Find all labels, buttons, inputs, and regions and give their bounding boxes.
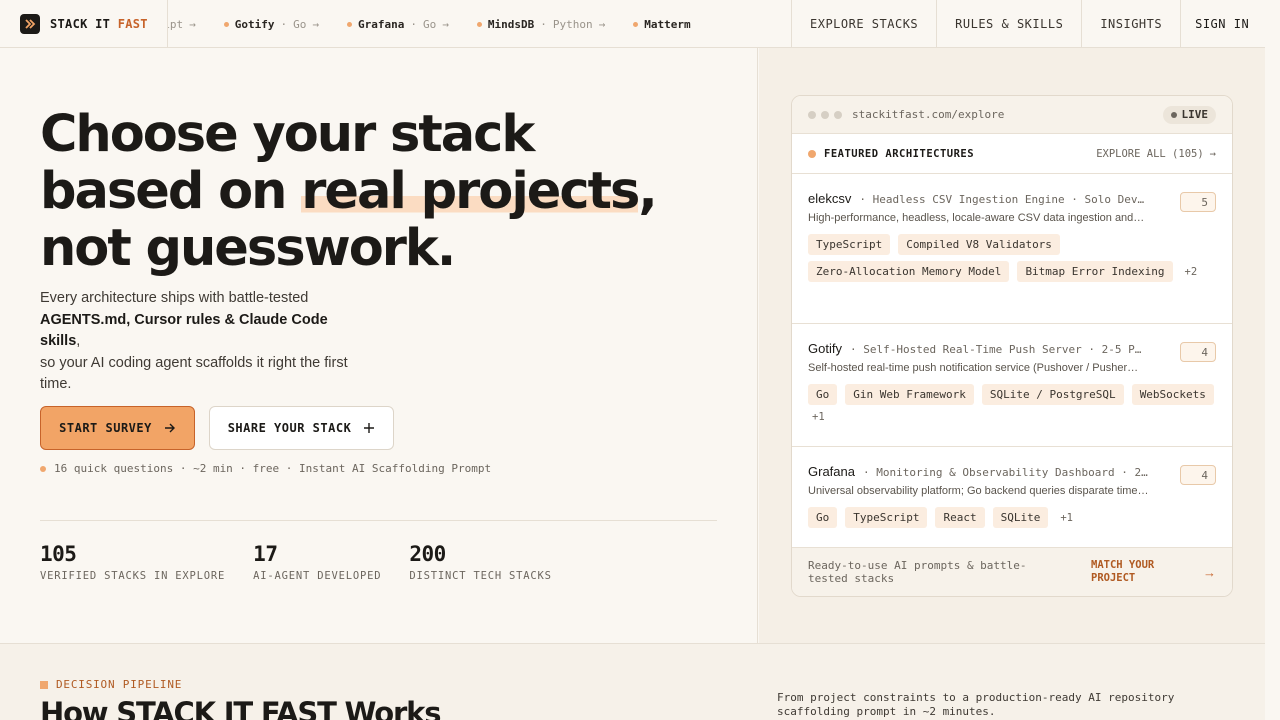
ticker-item[interactable]: Matterm	[633, 18, 691, 31]
ticker-item[interactable]: Grafana · Go →	[347, 18, 449, 31]
project-info: · Monitoring & Observability Dashboard ·…	[862, 466, 1148, 479]
project-info: · Headless CSV Ingestion Engine · Solo D…	[859, 193, 1145, 206]
pipeline-section: DECISION PIPELINE How STACK IT FAST Work…	[0, 643, 1265, 720]
square-icon	[40, 680, 48, 689]
featured-architectures-card: stackitfast.com/explore LIVE FEATURED AR…	[791, 95, 1233, 597]
start-survey-button[interactable]: START SURVEY	[40, 406, 195, 450]
tech-tag: Zero-Allocation Memory Model	[808, 261, 1010, 282]
dot-icon	[808, 149, 816, 158]
tech-tag: SQLite	[992, 507, 1049, 528]
project-description: Self-hosted real-time push notification …	[808, 362, 1139, 374]
arrow-right-icon: →	[442, 17, 449, 31]
url-text: stackitfast.com/explore	[852, 108, 1005, 121]
tech-tag: React	[935, 507, 985, 528]
plus-icon	[364, 423, 375, 433]
ticker-item[interactable]: cript→	[168, 18, 196, 31]
tech-tags: Go TypeScript React SQLite +1	[808, 507, 1218, 528]
arrow-right-icon: →	[312, 17, 319, 31]
card-header: FEATURED ARCHITECTURES EXPLORE ALL (105)…	[792, 134, 1232, 174]
project-info: · Self-Hosted Real-Time Push Server · 2-…	[849, 343, 1142, 356]
more-tags-count: +2	[1184, 265, 1198, 278]
hero-section: Choose your stack based on real projects…	[0, 48, 758, 643]
stats-row: 105 VERIFIED STACKS IN EXPLORE 17 AI-AGE…	[40, 542, 580, 582]
tech-tag: Go	[808, 384, 838, 405]
card-footer: Ready-to-use AI prompts & battle-tested …	[792, 547, 1232, 596]
preview-panel: stackitfast.com/explore LIVE FEATURED AR…	[759, 48, 1265, 643]
project-name: elekcsv	[808, 191, 852, 206]
project-count-badge: 5	[1180, 192, 1216, 212]
explore-all-link[interactable]: EXPLORE ALL (105) →	[1096, 148, 1216, 160]
tech-tag: Bitmap Error Indexing	[1017, 261, 1173, 282]
headline-highlight: real projects	[301, 162, 640, 221]
project-name: Gotify	[808, 341, 842, 356]
ticker-item[interactable]: MindsDB · Python →	[476, 17, 606, 31]
dot-icon	[476, 21, 482, 27]
brand-logo[interactable]: STACK IT FAST	[0, 0, 168, 48]
window-dots-icon	[808, 110, 842, 119]
live-dot-icon	[1170, 111, 1177, 118]
more-tags-count: +1	[812, 411, 825, 423]
divider	[40, 520, 717, 521]
more-tags-count: +1	[1060, 511, 1074, 524]
tech-tag: Compiled V8 Validators	[898, 234, 1060, 255]
arrow-right-icon: →	[189, 17, 196, 31]
arrow-right-icon	[164, 423, 175, 433]
live-badge: LIVE	[1162, 105, 1216, 124]
share-stack-button[interactable]: SHARE YOUR STACK	[209, 406, 394, 450]
nav-explore-stacks[interactable]: EXPLORE STACKS	[791, 0, 936, 48]
arrow-right-icon[interactable]: →	[1203, 565, 1216, 580]
hero-subtitle: Every architecture ships with battle-tes…	[40, 290, 348, 392]
tech-tag: Gin Web Framework	[845, 384, 974, 405]
section-description: From project constraints to a production…	[777, 691, 1175, 718]
hero-headline: Choose your stack based on real projects…	[40, 105, 658, 278]
brand-name: STACK IT FAST	[50, 17, 148, 31]
section-title: How STACK IT FAST Works	[40, 696, 441, 720]
project-count-badge: 4	[1180, 465, 1216, 485]
dot-icon	[40, 465, 46, 472]
survey-meta: 16 quick questions · ~2 min · free · Ins…	[40, 462, 491, 475]
project-description: High-performance, headless, locale-aware…	[808, 212, 1145, 224]
tech-tag: SQLite / PostgreSQL	[981, 384, 1124, 405]
chevron-logo-icon	[20, 14, 40, 34]
project-ticker: cript→ Gotify·Go→ Grafana·Go→ MindsDB·Py…	[168, 0, 791, 48]
project-description: Universal observability platform; Go bac…	[808, 485, 1149, 497]
tech-tag: WebSockets	[1131, 384, 1214, 405]
arrow-right-icon: →	[598, 17, 606, 31]
project-card-grafana[interactable]: Grafana · Monitoring & Observability Das…	[792, 447, 1232, 548]
stat-verified-stacks: 105 VERIFIED STACKS IN EXPLORE	[40, 542, 226, 582]
stat-ai-developed: 17 AI-AGENT DEVELOPED	[253, 542, 382, 582]
page-scrollbar[interactable]	[1265, 0, 1280, 720]
project-count-badge: 4	[1180, 342, 1216, 362]
dot-icon	[347, 21, 352, 27]
sign-in-link[interactable]: SIGN IN	[1180, 0, 1263, 48]
project-card-elekcsv[interactable]: elekcsv · Headless CSV Ingestion Engine …	[792, 174, 1232, 324]
match-project-link[interactable]: MATCH YOUR PROJECT	[1091, 559, 1171, 585]
project-card-gotify[interactable]: Gotify · Self-Hosted Real-Time Push Serv…	[792, 324, 1232, 447]
tech-tags: Go Gin Web Framework SQLite / PostgreSQL…	[808, 384, 1218, 423]
browser-bar: stackitfast.com/explore LIVE	[792, 96, 1232, 134]
tech-tag: TypeScript	[808, 234, 891, 255]
stat-distinct-stacks: 200 DISTINCT TECH STACKS	[409, 542, 552, 582]
ticker-item[interactable]: Gotify · Go →	[223, 17, 319, 31]
nav-insights[interactable]: INSIGHTS	[1081, 0, 1180, 48]
project-name: Grafana	[808, 464, 855, 479]
tech-tag: TypeScript	[845, 507, 928, 528]
section-label: DECISION PIPELINE	[40, 678, 182, 691]
tech-tags: TypeScript Compiled V8 Validators Zero-A…	[808, 234, 1218, 282]
dot-icon	[223, 21, 229, 27]
arrow-right-icon: →	[1209, 147, 1216, 160]
dot-icon	[633, 21, 639, 27]
nav-rules-skills[interactable]: RULES & SKILLS	[936, 0, 1081, 48]
footer-text: Ready-to-use AI prompts & battle-tested …	[808, 559, 1027, 585]
top-nav: STACK IT FAST cript→ Gotify·Go→ Grafana·…	[0, 0, 1265, 48]
tech-tag: Go	[808, 507, 838, 528]
